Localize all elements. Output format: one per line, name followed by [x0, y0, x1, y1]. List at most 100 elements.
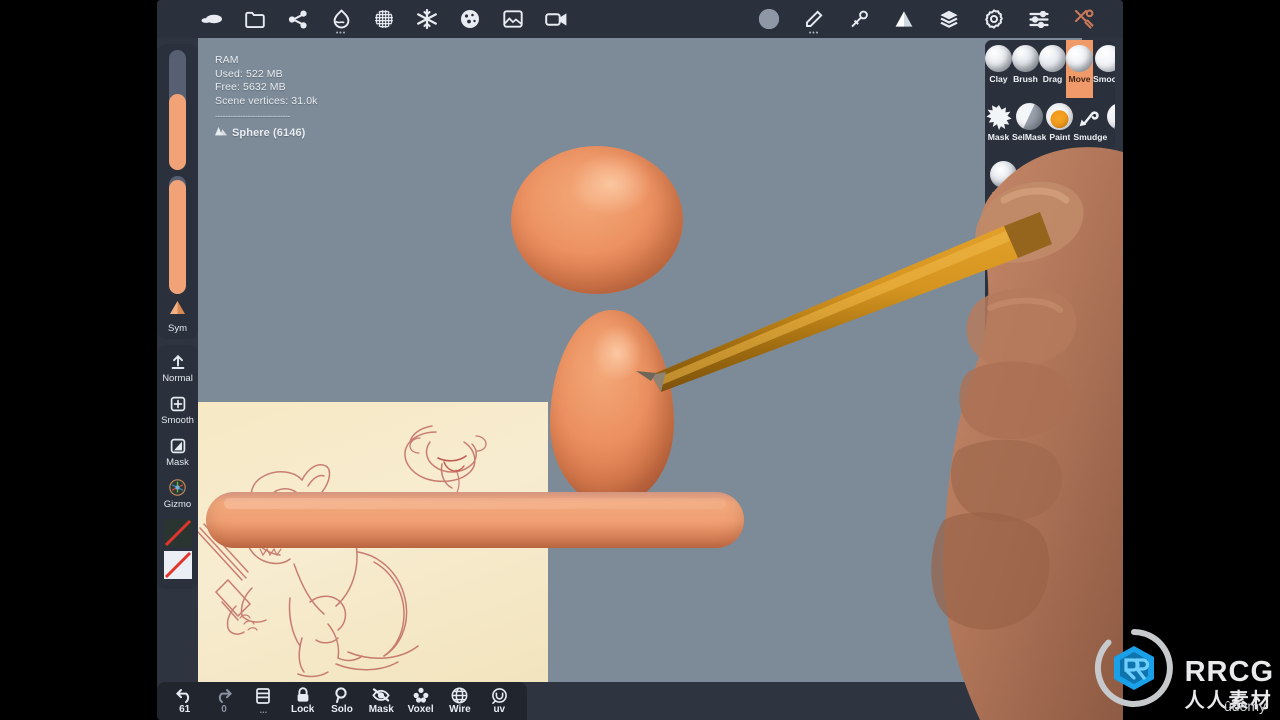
pencil-icon[interactable]: •••	[803, 8, 825, 37]
more-button[interactable]: ...	[244, 687, 283, 715]
gizmo-icon	[169, 479, 186, 496]
snowflake-icon[interactable]	[416, 8, 438, 30]
sidebar-item-mask[interactable]: Mask	[157, 431, 198, 473]
brush-view[interactable]: View	[985, 316, 1022, 360]
wire-globe-icon	[451, 687, 468, 703]
brush-selmask[interactable]: SelMask	[1012, 98, 1047, 156]
sliders-icon[interactable]	[1028, 8, 1050, 30]
brush-sliders-group: Sym	[157, 44, 198, 339]
image-icon[interactable]	[502, 8, 524, 30]
brush-paint[interactable]: Paint	[1046, 98, 1074, 156]
more-label: ...	[259, 704, 268, 715]
voxel-label: Voxel	[407, 704, 434, 715]
intensity-slider[interactable]	[169, 176, 186, 294]
brush-mask[interactable]: Mask	[985, 98, 1012, 156]
smooth-color-ball-icon	[1027, 371, 1054, 398]
symmetry-triangle-icon[interactable]	[893, 8, 915, 30]
brush-inflate[interactable]: Inflate	[1022, 156, 1059, 214]
brush-clay[interactable]: Clay	[985, 40, 1012, 98]
brush-selmask-label: SelMask	[1012, 133, 1047, 142]
redo-button[interactable]: 0	[204, 687, 243, 715]
gear-icon[interactable]	[983, 8, 1005, 30]
brush-planar[interactable]: Planar	[1022, 428, 1059, 490]
brush-smooth[interactable]: Smooth	[1093, 40, 1115, 98]
paint-drop-icon[interactable]: •••	[330, 8, 352, 37]
brush-lathe-label: Lathe	[992, 302, 1015, 312]
scene-lighting-icon[interactable]	[758, 8, 780, 30]
radius-slider-fill	[169, 94, 186, 170]
layers-icon[interactable]	[938, 8, 960, 30]
brush-gizmo[interactable]	[985, 214, 1022, 264]
tools-icon[interactable]	[1073, 8, 1095, 30]
watermark-brand: RRCG	[1184, 656, 1274, 688]
brush-drag[interactable]: Drag	[1039, 40, 1066, 98]
list-icon	[256, 687, 271, 704]
egg-middle[interactable]	[550, 310, 674, 506]
sym-toggle[interactable]: Sym	[168, 300, 187, 334]
sidebar-item-normal[interactable]: Normal	[157, 347, 198, 389]
inflate-ball-icon	[1027, 161, 1054, 188]
brush-lathe[interactable]: Lathe	[985, 264, 1022, 316]
brush-smooth-color[interactable]: Smooth color	[1022, 366, 1059, 428]
voxel-button[interactable]: Voxel	[401, 687, 440, 715]
brush-flatten[interactable]	[1107, 98, 1115, 156]
color-swatches	[163, 515, 192, 585]
sphere-top[interactable]	[511, 146, 683, 294]
brush-smooth-label: Smooth	[1093, 75, 1115, 84]
brush-paint-blend-label: Paint blend	[992, 525, 1015, 544]
sidebar-item-mask-label: Mask	[166, 457, 189, 468]
stats-used: Used: 522 MB	[215, 67, 283, 80]
bar-bottom[interactable]	[206, 492, 744, 548]
move-ball-icon	[1066, 45, 1093, 72]
wire-button[interactable]: Wire	[440, 687, 479, 715]
brush-move[interactable]: Move	[1066, 40, 1093, 98]
solo-button[interactable]: Solo	[322, 687, 361, 715]
viewport-3d[interactable]: RAM Used: 522 MB Free: 5632 MB Scene ver…	[198, 38, 1082, 682]
mask-button[interactable]: Mask	[362, 687, 401, 715]
radius-slider[interactable]	[169, 50, 186, 170]
brush-paint-label: Paint	[1049, 133, 1071, 142]
video-camera-icon[interactable]	[545, 8, 567, 30]
stamp-icon[interactable]	[848, 8, 870, 30]
brush-br-tex[interactable]: Br. Tex	[985, 428, 1022, 490]
stats-object-row[interactable]: Sphere (6146)	[215, 126, 318, 141]
brush-row-3: Layer Inflate	[985, 156, 1115, 214]
pinch-ball-icon	[1073, 161, 1101, 188]
folder-icon[interactable]	[244, 8, 266, 30]
brush-palette: Clay Brush Drag Move Smoo Mask SelMask P…	[985, 40, 1115, 552]
plus-box-icon	[169, 395, 186, 412]
sidebar-item-gizmo[interactable]: Gizmo	[157, 473, 198, 515]
planar-ball-icon	[1027, 433, 1054, 460]
brush-layer[interactable]: Layer	[985, 156, 1022, 214]
texture-sphere-icon[interactable]	[459, 8, 481, 30]
smudge-icon	[1077, 103, 1104, 130]
smooth-clr-ball-icon	[1027, 495, 1054, 522]
bottom-toolbar: 61 0 ... Lock Solo Mask Voxel Wire uv	[157, 682, 527, 720]
brush-pinch[interactable]	[1059, 156, 1115, 214]
color-swatch-primary[interactable]	[163, 519, 192, 547]
sidebar-item-smooth[interactable]: Smooth	[157, 389, 198, 431]
left-rail: Sym Normal Smooth Mask Gizmo	[157, 44, 198, 595]
uv-button[interactable]: uv	[480, 687, 519, 715]
brush-inflate-label: Inflate	[1027, 191, 1054, 200]
undo-button[interactable]: 61	[165, 687, 204, 715]
brush-paint-circle[interactable]: Paint circle	[985, 366, 1022, 428]
brush-rounded-label: Rounded ed.	[1059, 401, 1095, 420]
brush-paint-blend[interactable]: Paint blend	[985, 490, 1022, 552]
brush-row5-spacer	[1022, 264, 1115, 316]
lock-button[interactable]: Lock	[283, 687, 322, 715]
brush-tri[interactable]: Tri	[1059, 428, 1095, 490]
redo-icon	[215, 687, 233, 703]
brush-row-6: View	[985, 316, 1115, 360]
cloud-icon[interactable]	[201, 8, 223, 30]
uv-label: uv	[493, 704, 506, 715]
brush-smudge[interactable]: Smudge	[1073, 98, 1108, 156]
brush-rounded[interactable]: Rounded ed.	[1059, 366, 1095, 428]
eye-off-icon	[372, 687, 390, 703]
sphere-icon[interactable]	[373, 8, 395, 30]
brush-brush[interactable]: Brush	[1012, 40, 1039, 98]
brush-clay-label: Clay	[989, 75, 1008, 84]
brush-smooth-clr[interactable]: Smooth clr	[1022, 490, 1059, 552]
color-swatch-secondary[interactable]	[163, 551, 192, 579]
share-icon[interactable]	[287, 8, 309, 30]
